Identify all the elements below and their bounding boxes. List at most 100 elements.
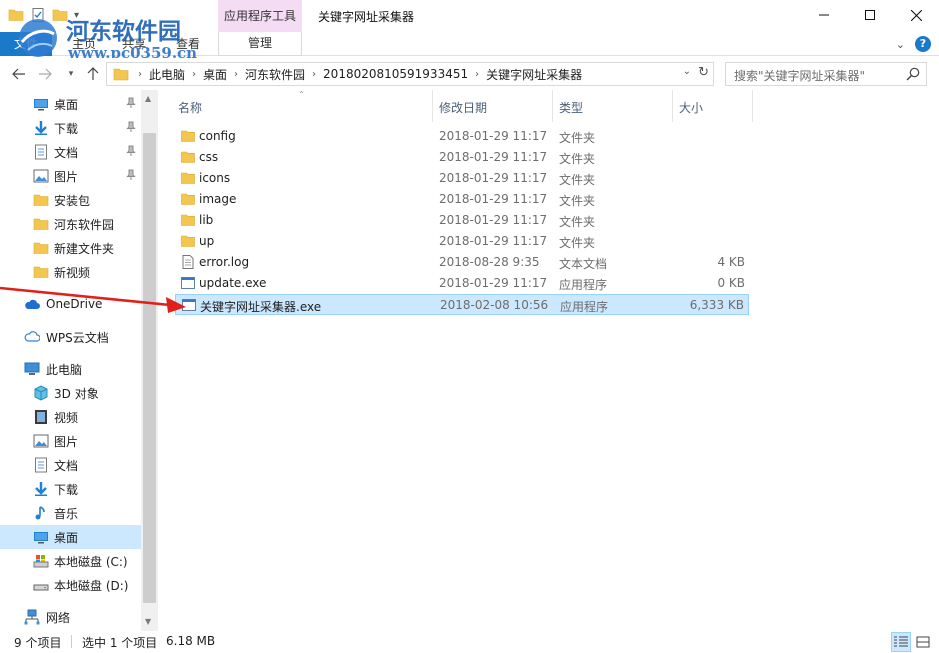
nav-label: WPS云文档 (46, 331, 109, 345)
breadcrumb-current[interactable]: 关键字网址采集器 (482, 66, 586, 83)
tab-share[interactable]: 共享 (122, 35, 146, 52)
nav-item-downloads-pc[interactable]: 下载 (0, 477, 141, 501)
pin-icon[interactable] (125, 121, 137, 133)
nav-item-pictures[interactable]: 图片 (0, 164, 141, 188)
back-button[interactable] (10, 65, 28, 83)
column-divider[interactable] (552, 90, 553, 122)
nav-item-documents-pc[interactable]: 文档 (0, 453, 141, 477)
nav-item-onedrive[interactable]: OneDrive (0, 293, 141, 317)
tab-file[interactable]: 文件 (0, 32, 52, 56)
nav-item-desktop-pc[interactable]: 桌面 (0, 525, 141, 549)
file-type: 文件夹 (559, 236, 596, 250)
recent-locations-button[interactable]: ▾ (62, 65, 80, 83)
column-divider[interactable] (752, 90, 753, 122)
status-selected: 选中 1 个项目 (82, 636, 158, 650)
file-row[interactable]: image 2018-01-29 11:17 文件夹 (175, 189, 749, 210)
nav-item-3d-objects[interactable]: 3D 对象 (0, 381, 141, 405)
nav-item-downloads[interactable]: 下载 (0, 116, 141, 140)
file-row[interactable]: icons 2018-01-29 11:17 文件夹 (175, 168, 749, 189)
up-button[interactable] (84, 65, 102, 83)
breadcrumb-this-pc[interactable]: 此电脑 (145, 66, 189, 83)
nav-label: 安装包 (54, 194, 91, 208)
column-divider[interactable] (432, 90, 433, 122)
music-icon (35, 506, 45, 520)
title-bar: ▾ 应用程序工具 关键字网址采集器 (0, 0, 939, 32)
file-date: 2018-01-29 11:17 (439, 192, 548, 206)
breadcrumb-separator-icon[interactable]: › (189, 69, 199, 80)
column-header-date[interactable]: 修改日期 (439, 90, 487, 122)
tab-view[interactable]: 查看 (176, 35, 200, 52)
address-bar[interactable]: › 此电脑 › 桌面 › 河东软件园 › 2018020810591933451… (106, 62, 714, 86)
file-row[interactable]: error.log 2018-08-28 9:35 文本文档 4 KB (175, 252, 749, 273)
file-row[interactable]: update.exe 2018-01-29 11:17 应用程序 0 KB (175, 273, 749, 294)
nav-item-drive-d[interactable]: 本地磁盘 (D:) (0, 573, 141, 597)
file-row-selected[interactable]: 关键字网址采集器.exe 2018-02-08 10:56 应用程序 6,333… (175, 294, 749, 315)
file-name: 关键字网址采集器.exe (200, 300, 322, 314)
cloud-icon (25, 299, 40, 309)
nav-item-drive-c[interactable]: 本地磁盘 (C:) (0, 549, 141, 573)
ribbon-expand-icon[interactable]: ⌄ (896, 38, 905, 51)
nav-item-new-video[interactable]: 新视频 (0, 260, 141, 284)
file-row[interactable]: css 2018-01-29 11:17 文件夹 (175, 147, 749, 168)
file-type: 文件夹 (559, 215, 596, 229)
file-row[interactable]: up 2018-01-29 11:17 文件夹 (175, 231, 749, 252)
column-header-size[interactable]: 大小 (679, 90, 703, 122)
nav-item-this-pc[interactable]: 此电脑 (0, 357, 141, 381)
column-divider[interactable] (672, 90, 673, 122)
nav-item-anzhuangbao[interactable]: 安装包 (0, 188, 141, 212)
qat-dropdown-icon[interactable]: ▾ (74, 10, 79, 21)
breadcrumb-folder-id[interactable]: 2018020810591933451 (319, 67, 472, 81)
status-bar: 9 个项目 选中 1 个项目 6.18 MB (0, 631, 939, 653)
nav-item-music[interactable]: 音乐 (0, 501, 141, 525)
nav-scrollbar[interactable]: ▲ ▼ (141, 90, 158, 631)
nav-item-desktop[interactable]: 桌面 (0, 92, 141, 116)
column-header-type[interactable]: 类型 (559, 90, 583, 122)
nav-label: 图片 (54, 435, 79, 449)
file-type: 应用程序 (559, 278, 608, 292)
breadcrumb-separator-icon[interactable]: › (135, 69, 145, 80)
breadcrumb-separator-icon[interactable]: › (309, 69, 319, 80)
breadcrumb-separator-icon[interactable]: › (231, 69, 241, 80)
pin-icon[interactable] (125, 97, 137, 109)
large-icons-view-button[interactable] (913, 632, 933, 652)
new-folder-icon[interactable] (52, 7, 68, 23)
address-dropdown-icon[interactable]: ⌄ (683, 66, 691, 77)
breadcrumb-hedong[interactable]: 河东软件园 (241, 66, 309, 83)
search-placeholder: 搜索"关键字网址采集器" (734, 69, 866, 83)
pin-icon[interactable] (125, 145, 137, 157)
search-input[interactable]: 搜索"关键字网址采集器" (725, 62, 927, 86)
nav-label: 本地磁盘 (C:) (54, 555, 128, 569)
minimize-button[interactable] (801, 0, 847, 30)
help-icon[interactable]: ? (915, 36, 931, 52)
refresh-icon[interactable]: ↻ (698, 65, 709, 80)
nav-item-videos[interactable]: 视频 (0, 405, 141, 429)
3d-objects-icon (34, 385, 48, 401)
picture-icon (33, 434, 49, 448)
nav-item-documents[interactable]: 文档 (0, 140, 141, 164)
maximize-button[interactable] (847, 0, 893, 30)
nav-item-network[interactable]: 网络 (0, 605, 141, 629)
nav-item-new-folder[interactable]: 新建文件夹 (0, 236, 141, 260)
nav-item-hedong[interactable]: 河东软件园 (0, 212, 141, 236)
breadcrumb-separator-icon[interactable]: › (472, 69, 482, 80)
nav-item-pictures-pc[interactable]: 图片 (0, 429, 141, 453)
tab-home[interactable]: 主页 (72, 35, 96, 52)
scrollbar-thumb[interactable] (143, 133, 156, 603)
close-button[interactable] (893, 0, 939, 30)
breadcrumb-desktop[interactable]: 桌面 (199, 66, 231, 83)
tab-manage[interactable]: 管理 (218, 32, 302, 56)
file-row[interactable]: config 2018-01-29 11:17 文件夹 (175, 126, 749, 147)
forward-button[interactable] (36, 65, 54, 83)
column-header-name[interactable]: 名称 (178, 90, 202, 122)
computer-icon (24, 362, 40, 375)
nav-item-wps[interactable]: WPS云文档 (0, 325, 141, 349)
pin-icon[interactable] (125, 169, 137, 181)
file-row[interactable]: lib 2018-01-29 11:17 文件夹 (175, 210, 749, 231)
document-icon (35, 457, 47, 473)
document-icon (35, 144, 47, 160)
properties-icon[interactable] (30, 7, 46, 23)
folder-icon[interactable] (8, 7, 24, 23)
details-view-button[interactable] (891, 632, 911, 652)
scroll-down-icon[interactable]: ▼ (145, 617, 151, 626)
scroll-up-icon[interactable]: ▲ (145, 94, 151, 103)
